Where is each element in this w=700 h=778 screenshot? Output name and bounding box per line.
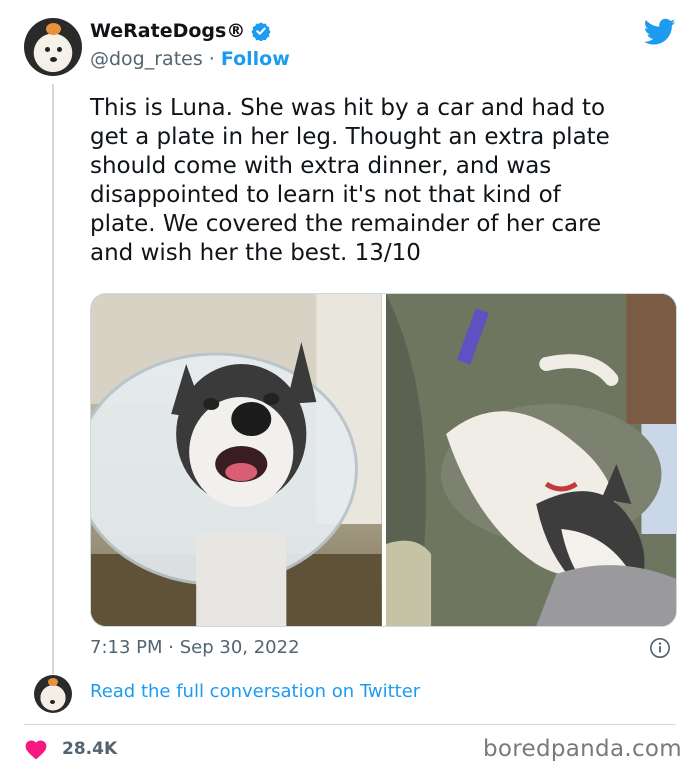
tweet-time: 7:13 PM — [90, 637, 163, 658]
display-name[interactable]: WeRateDogs® — [90, 20, 245, 42]
reply-avatar-nose — [50, 700, 55, 704]
follow-button[interactable]: Follow — [221, 48, 290, 70]
like-count: 28.4K — [62, 739, 118, 759]
avatar-nose — [50, 57, 57, 62]
photo-dog-cone[interactable] — [91, 294, 382, 626]
verified-badge-icon — [251, 22, 271, 41]
like-button[interactable]: 28.4K — [24, 738, 117, 760]
author-name-row[interactable]: WeRateDogs® — [90, 20, 271, 42]
heart-icon — [25, 740, 47, 760]
thread-line — [52, 84, 54, 674]
info-icon[interactable] — [649, 637, 671, 659]
twitter-bird-icon[interactable] — [644, 18, 676, 46]
avatar-hat — [46, 23, 61, 35]
read-conversation-link[interactable]: Read the full conversation on Twitter — [90, 681, 420, 702]
tweet-text: This is Luna. She was hit by a car and h… — [90, 95, 610, 266]
reply-avatar-hat — [48, 678, 58, 686]
handle[interactable]: @dog_rates — [90, 48, 203, 70]
tweet-date: Sep 30, 2022 — [179, 637, 300, 658]
tweet-timestamp[interactable]: 7:13 PM · Sep 30, 2022 — [90, 637, 300, 658]
avatar-eye-left — [45, 47, 50, 52]
photo-dog-couch[interactable] — [385, 294, 676, 626]
profile-avatar[interactable] — [24, 18, 82, 76]
photo-dog-couch-illustration — [385, 294, 676, 626]
boredpanda-watermark: boredpanda.com — [483, 736, 682, 762]
reply-avatar[interactable] — [34, 675, 72, 713]
handle-separator: · — [208, 48, 215, 70]
avatar-dog-face — [37, 34, 69, 68]
avatar-eye-right — [57, 47, 62, 52]
photo-dog-cone-illustration — [91, 294, 382, 626]
timestamp-separator: · — [168, 637, 174, 658]
handle-line: @dog_rates · Follow — [90, 48, 290, 70]
footer-divider — [24, 724, 676, 725]
tweet-media[interactable] — [90, 293, 677, 627]
